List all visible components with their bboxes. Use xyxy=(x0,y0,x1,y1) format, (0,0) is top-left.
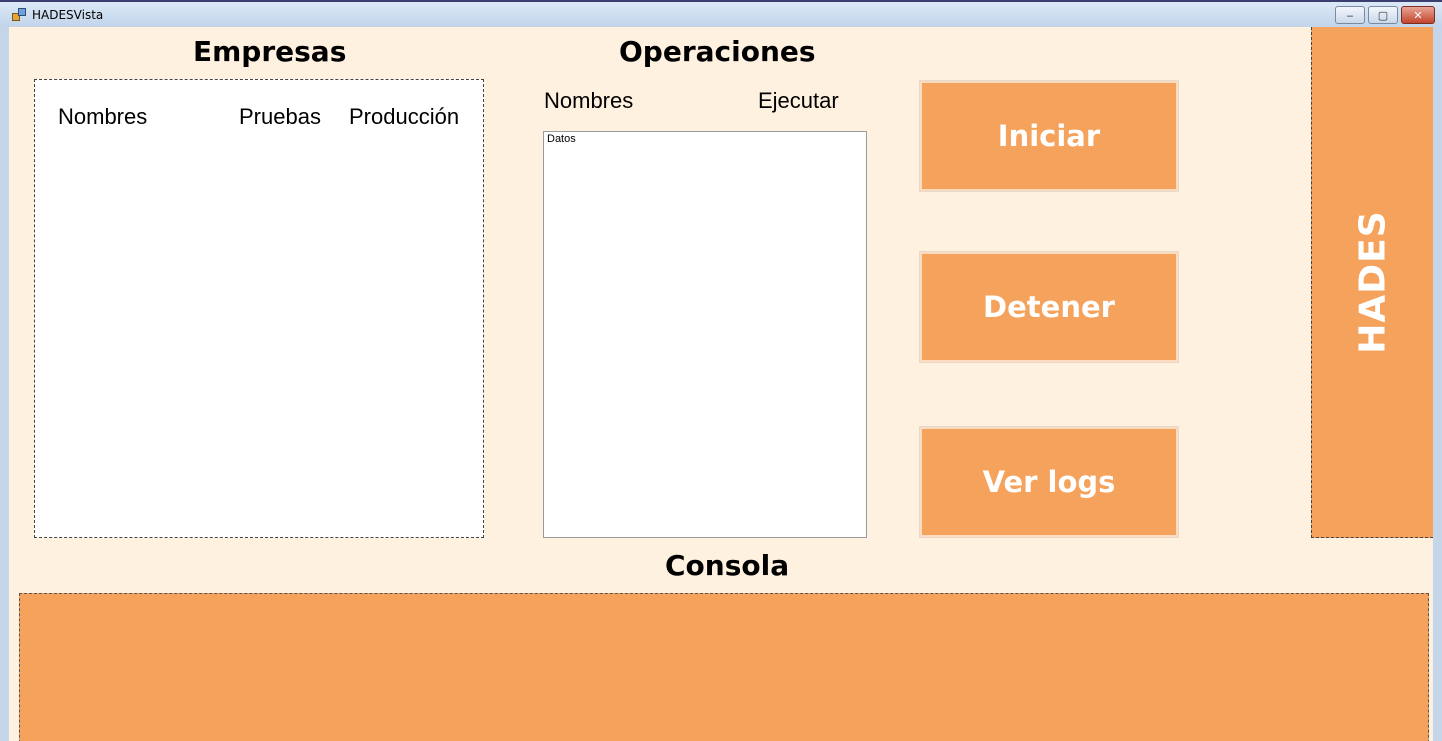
start-button[interactable]: Iniciar xyxy=(919,80,1179,192)
close-button[interactable]: ✕ xyxy=(1401,6,1435,24)
empresas-col-nombres: Nombres xyxy=(58,104,148,129)
app-window: HADESVista ‒ ▢ ✕ Empresas Nombres Prueba… xyxy=(0,0,1442,741)
view-logs-button[interactable]: Ver logs xyxy=(919,426,1179,538)
hades-banner: HADES xyxy=(1311,27,1433,538)
hades-banner-label: HADES xyxy=(1352,210,1393,354)
window-title: HADESVista xyxy=(32,8,104,22)
app-icon xyxy=(12,8,26,21)
datos-label: Datos xyxy=(547,133,576,145)
operaciones-col-ejecutar: Ejecutar xyxy=(758,88,839,113)
operaciones-heading: Operaciones xyxy=(619,35,816,68)
empresas-col-produccion: Producción xyxy=(349,104,460,129)
consola-heading: Consola xyxy=(665,549,790,582)
title-bar[interactable]: HADESVista ‒ ▢ ✕ xyxy=(0,0,1442,27)
operaciones-list[interactable]: Datos xyxy=(543,131,867,538)
empresas-panel[interactable]: Nombres Pruebas Producción xyxy=(34,79,484,538)
main-area: Empresas Nombres Pruebas Producción Oper… xyxy=(9,27,1433,741)
minimize-button[interactable]: ‒ xyxy=(1335,6,1365,24)
empresas-heading: Empresas xyxy=(193,35,347,68)
empresas-col-pruebas: Pruebas xyxy=(239,104,321,129)
maximize-button[interactable]: ▢ xyxy=(1368,6,1398,24)
console-panel[interactable] xyxy=(19,593,1429,741)
stop-button[interactable]: Detener xyxy=(919,251,1179,363)
operaciones-col-nombres: Nombres xyxy=(544,88,634,113)
